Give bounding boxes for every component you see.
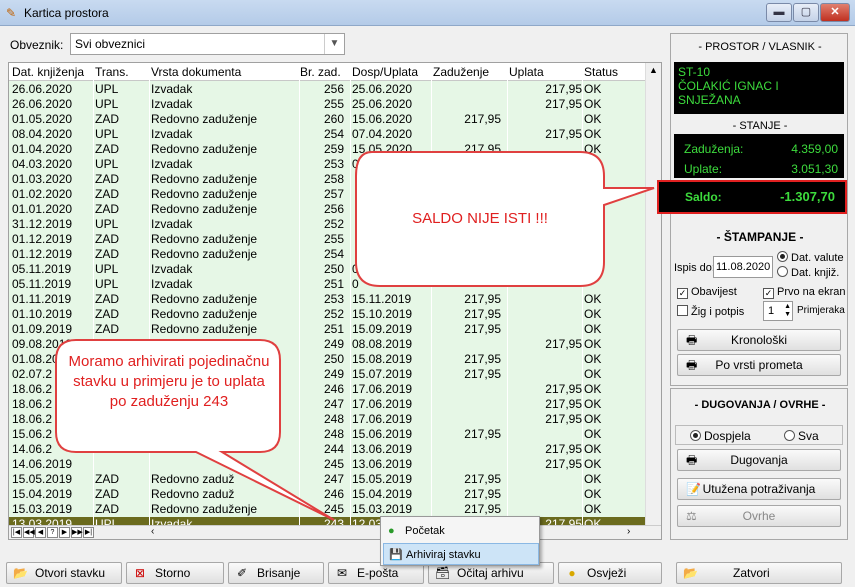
saldo-callout-text: SALDO NIJE ISTI !!! [412, 210, 548, 227]
ctx-arhiviraj-stavku[interactable]: 💾 Arhiviraj stavku [383, 543, 539, 565]
context-menu: ● Početak 💾 Arhiviraj stavku [380, 516, 540, 566]
save-icon: 💾 [389, 549, 403, 561]
annotation-overlay [55, 151, 655, 521]
archive-callout-text: Moramo arhivirati pojedinačnu stavku u p… [68, 353, 270, 410]
ctx-pocetak[interactable]: ● Početak [383, 520, 539, 542]
start-icon: ● [388, 525, 395, 537]
